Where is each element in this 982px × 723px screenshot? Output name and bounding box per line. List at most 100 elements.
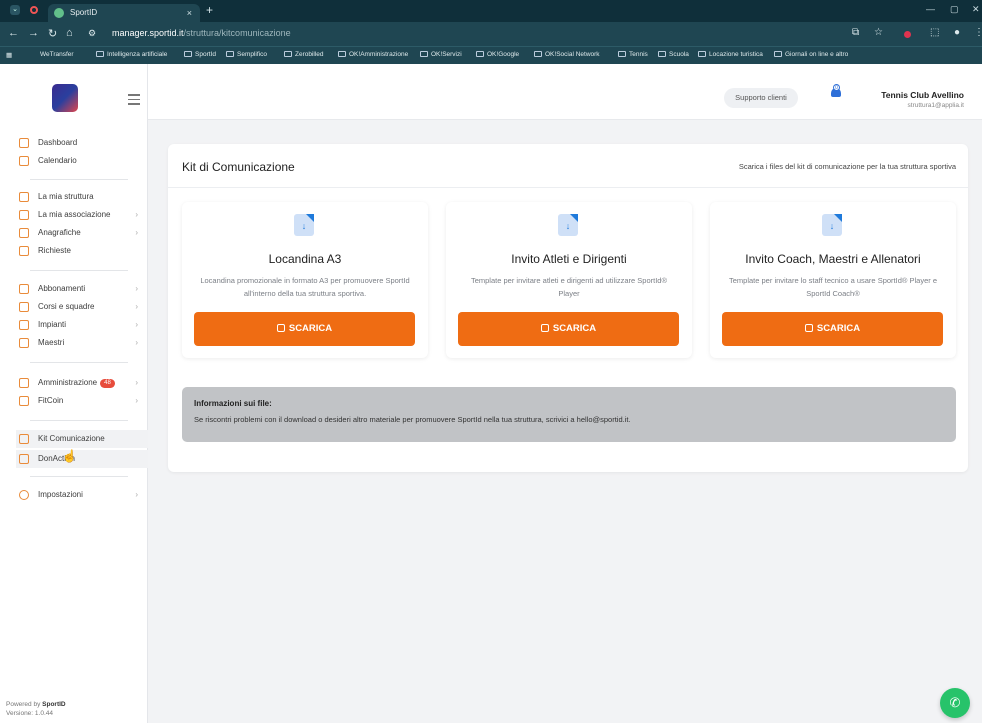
app: Dashboard Calendario La mia struttura La… [0, 64, 982, 723]
sidebar-item-fitcoin[interactable]: FitCoin › [16, 392, 148, 410]
bookmark-locazione[interactable]: Locazione turistica [698, 51, 763, 58]
browser-tab[interactable]: SportID × [48, 4, 200, 22]
bookmark-zerobilled[interactable]: Zerobilled [284, 51, 324, 58]
sidebar-item-amministrazione[interactable]: Amministrazione 48 › [16, 374, 148, 392]
support-button[interactable]: Supporto clienti [724, 88, 798, 108]
download-button[interactable]: SCARICA [194, 312, 415, 346]
sidebar-item-impostazioni[interactable]: Impostazioni › [16, 486, 148, 504]
download-icon [276, 324, 285, 332]
bookmark-social[interactable]: OK!Social Network [534, 51, 600, 58]
bookmark-amministrazione[interactable]: OK!Amministrazione [338, 51, 408, 58]
url-domain: manager.sportid.it [112, 28, 184, 38]
kit-description: Template per invitare lo staff tecnico a… [729, 276, 937, 298]
sidebar-item-impianti[interactable]: Impianti › [16, 316, 148, 334]
minimize-icon[interactable]: — [926, 4, 935, 14]
registry-icon [19, 228, 29, 238]
tab-close-icon[interactable]: × [187, 4, 192, 22]
chevron-right-icon: › [135, 396, 138, 405]
file-download-icon [822, 214, 842, 236]
sidebar-item-anagrafiche[interactable]: Anagrafiche › [16, 224, 148, 242]
forward-icon[interactable]: → [28, 27, 39, 39]
profile-icon[interactable]: ● [954, 27, 960, 38]
extensions-icon[interactable]: ⬚ [930, 27, 939, 38]
site-settings-icon[interactable]: ⚙ [88, 28, 96, 39]
menu-icon[interactable]: ⋮ [974, 27, 982, 38]
top-header [148, 64, 982, 120]
building-icon [19, 192, 29, 202]
coin-icon [19, 396, 29, 406]
sidebar-item-kit-comunicazione[interactable]: Kit Comunicazione [16, 430, 148, 448]
browser-tabbar: ⌄ SportID × + — ▢ ✕ [0, 0, 982, 22]
association-icon [19, 210, 29, 220]
sidebar-item-struttura[interactable]: La mia struttura [16, 188, 148, 206]
facility-icon [19, 320, 29, 330]
home-icon[interactable]: ⌂ [66, 27, 73, 39]
bookmark-tennis[interactable]: Tennis [618, 51, 648, 58]
new-tab-button[interactable]: + [206, 3, 213, 17]
bookmark-google[interactable]: OK!Google [476, 51, 519, 58]
kit-icon [19, 434, 29, 444]
kit-item-coach: Invito Coach, Maestri e Allenatori Templ… [710, 202, 956, 358]
hamburger-icon[interactable] [128, 94, 140, 108]
bookmark-wetransfer[interactable]: WeTransfer [40, 51, 74, 58]
sidebar-item-donaction[interactable]: DonAction [16, 450, 148, 468]
bookmark-semplifico[interactable]: Semplifico [226, 51, 267, 58]
bookmark-ai[interactable]: Intelligenza artificiale [96, 51, 167, 58]
whatsapp-chat-button[interactable]: ✆ [940, 688, 970, 718]
download-button[interactable]: SCARICA [458, 312, 679, 346]
install-app-icon[interactable]: ⧉ [852, 27, 859, 38]
sidebar-item-richieste[interactable]: Richieste [16, 242, 148, 260]
address-bar: ← → ↻ ⌂ ⚙ manager.sportid.it/struttura/k… [0, 22, 982, 46]
coach-icon [19, 338, 29, 348]
hand-cursor-icon: ☝ [62, 449, 77, 463]
divider [168, 187, 968, 188]
extension-icon[interactable] [904, 31, 911, 38]
sidebar-item-associazione[interactable]: La mia associazione › [16, 206, 148, 224]
chevron-right-icon: › [135, 490, 138, 499]
back-icon[interactable]: ← [8, 27, 19, 39]
admin-icon [19, 378, 29, 388]
page-title: Kit di Comunicazione [182, 160, 295, 174]
url-field[interactable]: manager.sportid.it/struttura/kitcomunica… [112, 28, 291, 38]
chevron-right-icon: › [135, 284, 138, 293]
kit-item-atleti: Invito Atleti e Dirigenti Template per i… [446, 202, 692, 358]
chevron-right-icon: › [135, 210, 138, 219]
sidebar-item-dashboard[interactable]: Dashboard [16, 134, 148, 152]
chevron-right-icon: › [135, 228, 138, 237]
bookmark-giornali[interactable]: Giornali on line e altro [774, 51, 848, 58]
donaction-icon [19, 454, 29, 464]
info-box: Informazioni sui file: Se riscontri prob… [182, 387, 956, 442]
kit-item-locandina: Locandina A3 Locandina promozionale in f… [182, 202, 428, 358]
sidebar-item-calendario[interactable]: Calendario [16, 152, 148, 170]
bookmark-scuola[interactable]: Scuola [658, 51, 689, 58]
maximize-icon[interactable]: ▢ [950, 4, 959, 15]
bookmarks-bar: ▦ WeTransfer Intelligenza artificiale Sp… [0, 46, 982, 64]
download-button[interactable]: SCARICA [722, 312, 943, 346]
sidebar-item-abbonamenti[interactable]: Abbonamenti › [16, 280, 148, 298]
kit-title: Invito Atleti e Dirigenti [511, 252, 627, 266]
notification-count: 0 [833, 84, 840, 91]
sidebar-item-corsi[interactable]: Corsi e squadre › [16, 298, 148, 316]
notification-bell-icon[interactable]: 0 [830, 84, 842, 102]
bookmark-sportid[interactable]: SportId [184, 51, 216, 58]
divider [30, 420, 128, 421]
apps-icon[interactable]: ▦ [6, 51, 12, 59]
notification-badge: 48 [100, 379, 115, 388]
favicon-icon [54, 8, 64, 18]
chevron-right-icon: › [135, 302, 138, 311]
bookmark-star-icon[interactable]: ☆ [874, 27, 883, 38]
bookmark-servizi[interactable]: OK!Servizi [420, 51, 462, 58]
requests-icon [19, 246, 29, 256]
reload-icon[interactable]: ↻ [48, 27, 57, 40]
url-path: /struttura/kitcomunicazione [183, 28, 291, 38]
kit-description: Template per invitare atleti e dirigenti… [470, 276, 668, 298]
info-title: Informazioni sui file: [194, 399, 272, 408]
user-name[interactable]: Tennis Club Avellino [881, 90, 964, 100]
kit-title: Invito Coach, Maestri e Allenatori [745, 252, 921, 266]
tab-search-icon[interactable]: ⌄ [10, 5, 20, 15]
record-icon[interactable] [30, 6, 38, 14]
close-window-icon[interactable]: ✕ [972, 4, 980, 15]
sportid-logo[interactable] [52, 84, 78, 112]
sidebar-item-maestri[interactable]: Maestri › [16, 334, 148, 352]
home-icon [19, 138, 29, 148]
